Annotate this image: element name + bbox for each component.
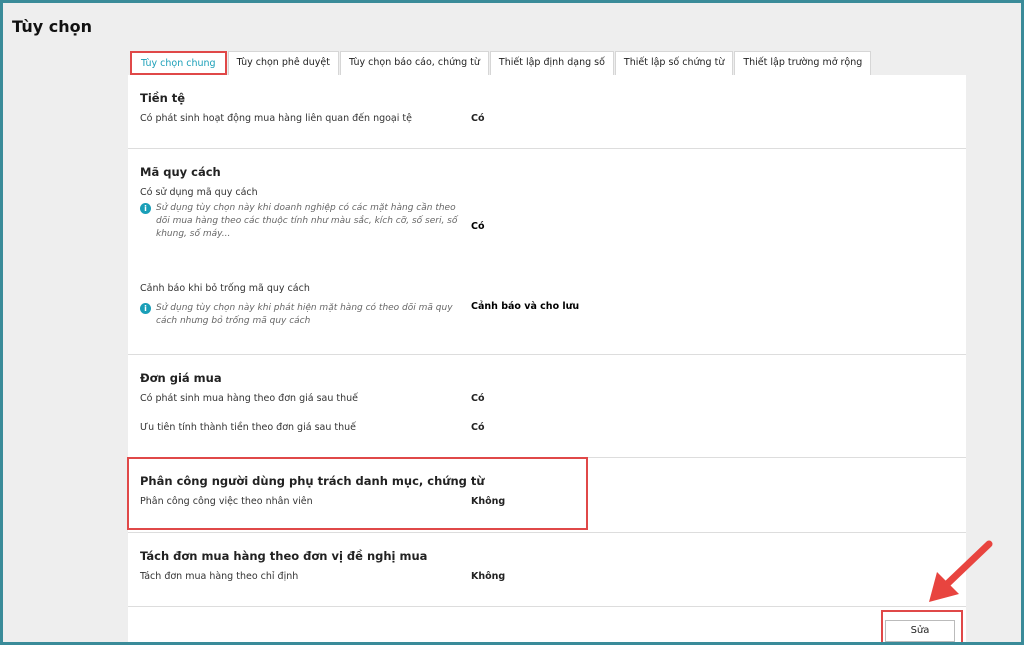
option-row[interactable]: Có sử dụng mã quy cách i Sử dụng tùy chọn… <box>140 187 954 283</box>
option-value: Không <box>471 571 506 582</box>
page-title: Tùy chọn <box>12 17 93 36</box>
option-note: Sử dụng tùy chọn này khi phát hiện mặt h… <box>156 303 453 326</box>
option-label: Tách đơn mua hàng theo chỉ định <box>140 571 299 582</box>
highlight-box-edit <box>881 610 963 642</box>
arrow-icon <box>929 540 993 602</box>
highlight-box-assignment <box>127 457 588 530</box>
option-value: Cảnh báo và cho lưu <box>471 301 580 312</box>
option-value: Có <box>471 221 485 232</box>
tab-extended-fields[interactable]: Thiết lập trường mở rộng <box>734 51 872 75</box>
option-row[interactable]: Ưu tiên tính thành tiền theo đơn giá sau… <box>140 422 954 451</box>
options-panel: Tiền tệ Có phát sinh hoạt động mua hàng … <box>128 75 966 642</box>
options-window: Tùy chọn Tùy chọn chung Tùy chọn phê duy… <box>0 0 1024 645</box>
option-value: Có <box>471 113 485 124</box>
section-title: Đơn giá mua <box>140 371 222 385</box>
section-title: Mã quy cách <box>140 165 221 179</box>
option-row[interactable]: Có phát sinh hoạt động mua hàng liên qua… <box>140 113 954 142</box>
option-label: Ưu tiên tính thành tiền theo đơn giá sau… <box>140 422 356 433</box>
section-title: Tách đơn mua hàng theo đơn vị đề nghị mu… <box>140 549 428 563</box>
info-icon: i <box>140 303 151 314</box>
tab-number-format[interactable]: Thiết lập định dạng số <box>489 51 614 75</box>
section-title: Tiền tệ <box>140 91 186 105</box>
tab-approval[interactable]: Tùy chọn phê duyệt <box>227 51 339 75</box>
section-purchase-price: Đơn giá mua Có phát sinh mua hàng theo đ… <box>128 355 966 458</box>
section-currency: Tiền tệ Có phát sinh hoạt động mua hàng … <box>128 75 966 149</box>
tab-bar: Tùy chọn chung Tùy chọn phê duyệt Tùy ch… <box>130 51 872 75</box>
option-label: Cảnh báo khi bỏ trống mã quy cách <box>140 283 310 294</box>
info-icon: i <box>140 203 151 214</box>
option-value: Có <box>471 422 485 433</box>
option-row[interactable]: Có phát sinh mua hàng theo đơn giá sau t… <box>140 393 954 422</box>
option-note: Sử dụng tùy chọn này khi doanh nghiệp có… <box>156 203 458 239</box>
option-label: Có phát sinh hoạt động mua hàng liên qua… <box>140 113 412 124</box>
option-value: Có <box>471 393 485 404</box>
option-row[interactable]: Tách đơn mua hàng theo chỉ định Không <box>140 571 954 600</box>
option-row[interactable]: Cảnh báo khi bỏ trống mã quy cách i Sử dụ… <box>140 283 954 328</box>
option-label: Có sử dụng mã quy cách <box>140 187 258 198</box>
tab-voucher-number[interactable]: Thiết lập số chứng từ <box>614 51 734 75</box>
section-split-order: Tách đơn mua hàng theo đơn vị đề nghị mu… <box>128 533 966 607</box>
tab-general[interactable]: Tùy chọn chung <box>130 51 227 75</box>
option-label: Có phát sinh mua hàng theo đơn giá sau t… <box>140 393 359 404</box>
tab-reports[interactable]: Tùy chọn báo cáo, chứng từ <box>340 51 489 75</box>
section-spec-code: Mã quy cách Có sử dụng mã quy cách i Sử d… <box>128 149 966 355</box>
